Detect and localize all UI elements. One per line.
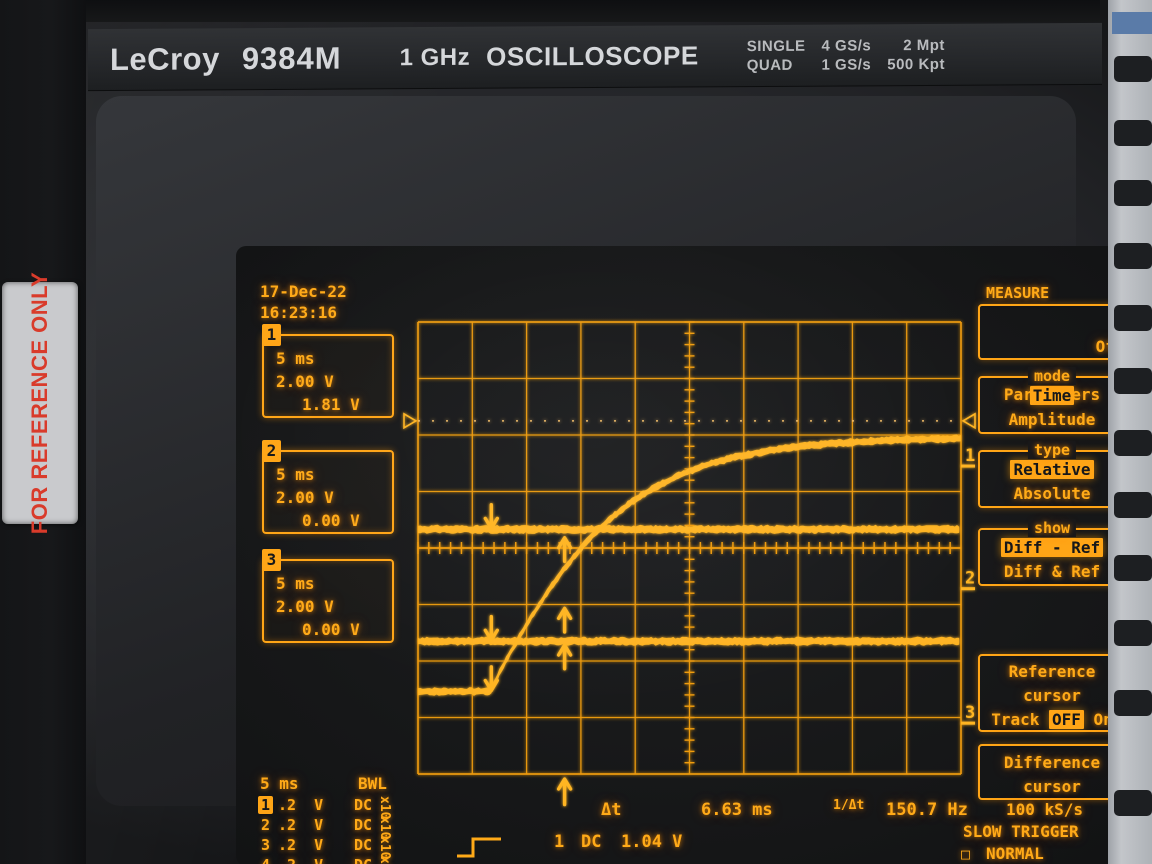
- channel-setup-coupling: DC: [354, 796, 373, 814]
- acquisition-mode-status: SLOW TRIGGER: [963, 822, 1079, 841]
- waveform-svg: 1 2 3: [403, 321, 976, 807]
- spec-memory-single: 2 Mpt: [903, 36, 945, 54]
- waveform-graticule[interactable]: 1 2 3: [236, 246, 1136, 864]
- panel-button[interactable]: [1114, 305, 1152, 331]
- channel-setup-probe: x10: [377, 856, 392, 864]
- panel-button[interactable]: [1114, 56, 1152, 82]
- one-over-delta-t-value: 150.7 Hz: [886, 800, 968, 820]
- sample-rate-status: 100 kS/s: [1006, 800, 1084, 819]
- channel-setup-number: 2: [260, 816, 271, 834]
- spec-table: SINGLE 4 GS/s 2 Mpt QUAD 1 GS/s 500 Kpt: [747, 36, 945, 73]
- front-panel-buttons[interactable]: [1108, 0, 1152, 864]
- panel-button[interactable]: [1114, 620, 1152, 646]
- panel-button[interactable]: [1114, 430, 1152, 456]
- svg-text:1: 1: [965, 446, 975, 466]
- panel-button[interactable]: [1114, 120, 1152, 146]
- channel-setup-scale: .2 V: [278, 796, 324, 814]
- brand-logo: LeCroy: [110, 40, 220, 77]
- channel-setup-scale: .2 V: [278, 836, 324, 854]
- channel-setup-scale: .2 V: [278, 816, 324, 834]
- spec-memory-quad: 500 Kpt: [887, 55, 945, 73]
- channel-setup-number: 4: [258, 856, 273, 864]
- panel-header-strip: [1112, 12, 1152, 34]
- spec-rate-quad: 1 GS/s: [821, 55, 872, 74]
- trigger-coupling: DC: [581, 832, 602, 852]
- panel-button[interactable]: [1114, 368, 1152, 394]
- delta-t-label: Δt: [601, 800, 622, 820]
- spec-rate-single: 4 GS/s: [821, 36, 872, 55]
- trigger-mode-status: NORMAL: [986, 844, 1044, 863]
- bandwidth-label: 1 GHz: [399, 43, 471, 71]
- model-number: 9384M: [241, 40, 342, 76]
- crt-screen: 17-Dec-22 16:23:16 MEASURE 1 5 ms 2.00 V…: [236, 246, 1136, 864]
- svg-text:3: 3: [965, 703, 975, 723]
- trigger-source: 1: [554, 832, 565, 852]
- instrument-header: LeCroy 9384M 1 GHz OSCILLOSCOPE SINGLE 4…: [88, 22, 1102, 92]
- channel-setup-coupling: DC: [354, 856, 372, 864]
- panel-button[interactable]: [1114, 243, 1152, 269]
- panel-button[interactable]: [1114, 492, 1152, 518]
- trigger-edge-icon: [457, 837, 501, 858]
- one-over-delta-t-label: 1/Δt: [833, 798, 865, 813]
- trigger-level: 1.04 V: [621, 832, 683, 852]
- crt-bezel: 17-Dec-22 16:23:16 MEASURE 1 5 ms 2.00 V…: [96, 96, 1136, 864]
- svg-text:2: 2: [965, 569, 975, 589]
- screenshot-root: FOR REFERENCE ONLY LeCroy 9384M 1 GHz OS…: [0, 0, 1152, 864]
- delta-t-value: 6.63 ms: [701, 800, 773, 820]
- channel-setup-coupling: DC: [354, 836, 373, 854]
- for-reference-only-sticker: FOR REFERENCE ONLY: [2, 272, 78, 534]
- sticker-label: FOR REFERENCE ONLY: [27, 271, 52, 535]
- trigger-mode-indicator-box: □: [961, 845, 971, 863]
- channel-setup-scale: .2 V: [278, 856, 323, 864]
- spec-mode-single: SINGLE: [746, 37, 806, 55]
- channel-setup-number: 3: [260, 836, 271, 854]
- panel-button[interactable]: [1114, 555, 1152, 581]
- panel-button[interactable]: [1114, 690, 1152, 716]
- bwl-header: BWL: [358, 774, 387, 793]
- channel-setup-number: 1: [258, 796, 273, 814]
- instrument-type-label: OSCILLOSCOPE: [486, 40, 699, 72]
- spec-mode-quad: QUAD: [746, 56, 793, 74]
- channel-setup-coupling: DC: [354, 816, 373, 834]
- panel-button[interactable]: [1114, 790, 1152, 816]
- bottom-timebase: 5 ms: [260, 774, 299, 793]
- top-bezel-strip: [0, 0, 1100, 22]
- panel-button[interactable]: [1114, 180, 1152, 206]
